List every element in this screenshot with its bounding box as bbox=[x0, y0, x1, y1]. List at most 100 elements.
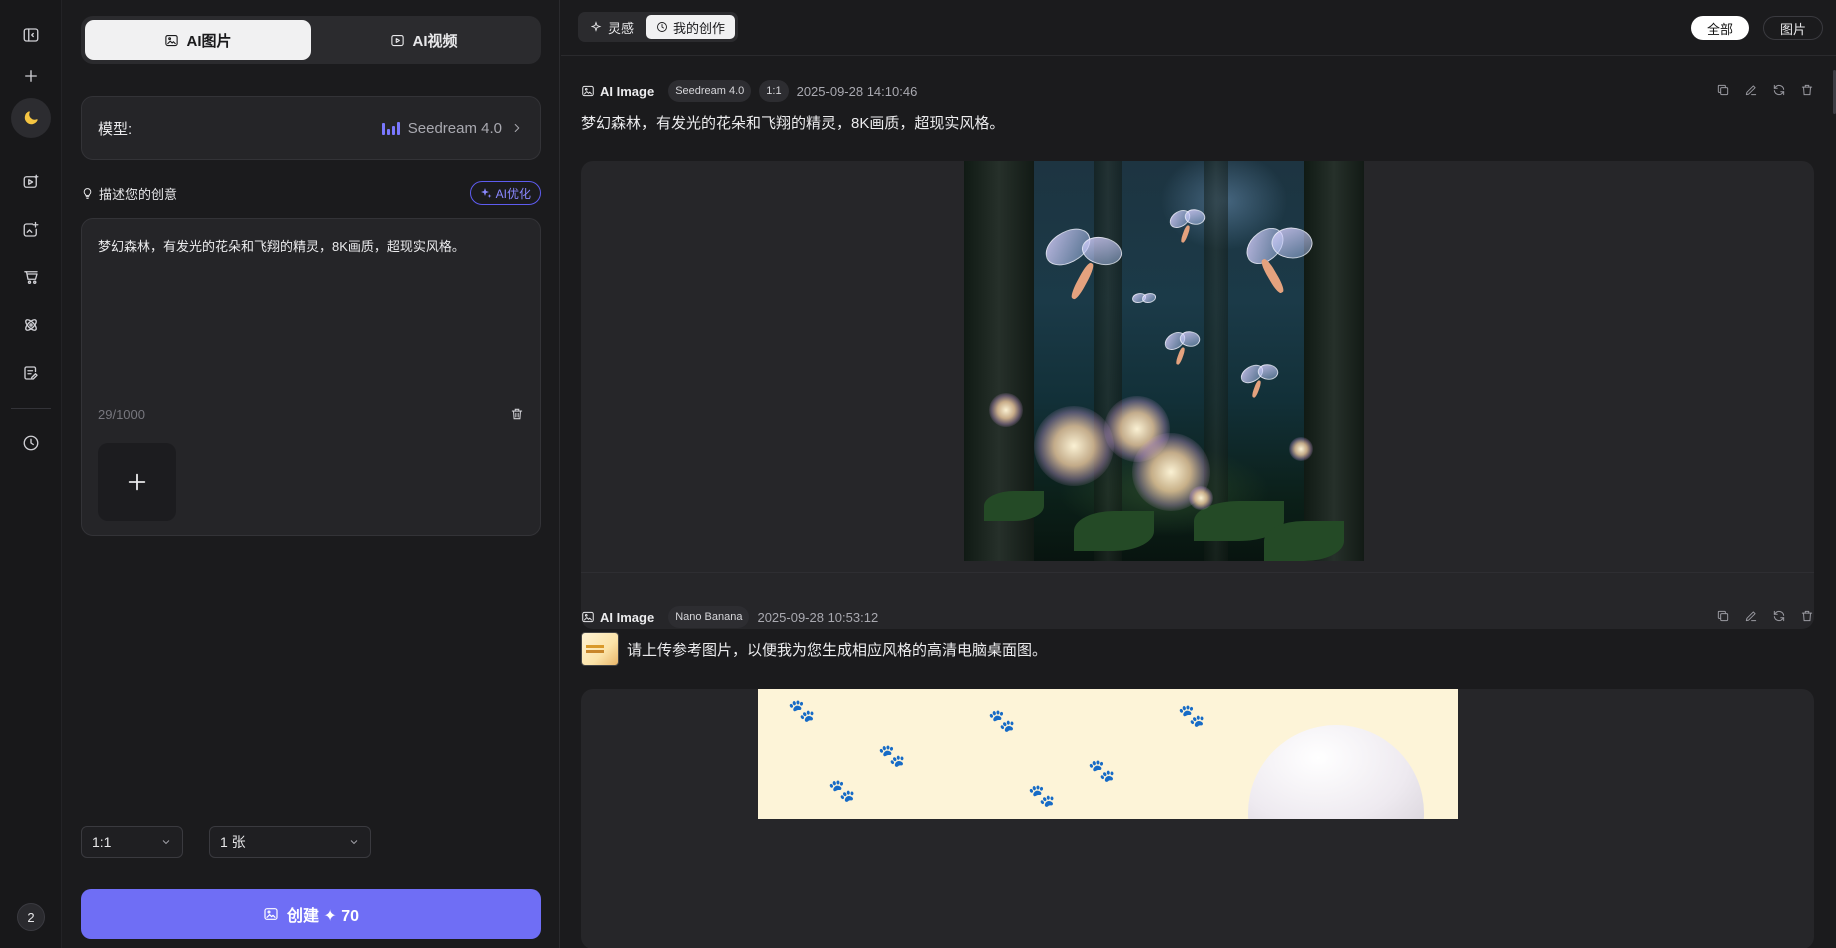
image-icon bbox=[165, 34, 179, 46]
prompt-text[interactable]: 梦幻森林，有发光的花朵和飞翔的精灵，8K画质，超现实风格。 bbox=[98, 237, 524, 257]
tab-inspiration[interactable]: 灵感 bbox=[581, 15, 644, 39]
entry-divider bbox=[581, 572, 1814, 573]
glowing-flower bbox=[989, 393, 1023, 427]
result-image-frame[interactable]: 🐾 🐾 🐾 🐾 🐾 🐾 🐾 🐾 bbox=[581, 689, 1814, 948]
delete-button[interactable] bbox=[1800, 83, 1814, 102]
ratio-chip: 1:1 bbox=[759, 80, 789, 102]
model-chip: Nano Banana bbox=[668, 606, 750, 628]
ratio-select[interactable]: 1:1 bbox=[81, 826, 183, 858]
count-select[interactable]: 1 张 bbox=[209, 826, 371, 858]
plus-icon bbox=[128, 473, 146, 491]
model-value: Seedream 4.0 bbox=[407, 119, 502, 137]
edit-button[interactable] bbox=[1744, 83, 1758, 102]
moon-icon[interactable] bbox=[11, 98, 51, 138]
ai-optimize-button[interactable]: AI优化 bbox=[469, 181, 541, 205]
create-panel: AI图片 AI视频 模型: Seedream 4.0 描述您的创意 AI优化 梦… bbox=[62, 0, 560, 948]
sidebar-toggle-icon[interactable] bbox=[11, 15, 51, 55]
glowing-flower bbox=[1189, 486, 1213, 510]
note-edit-icon[interactable] bbox=[11, 353, 51, 393]
count-value: 1 张 bbox=[220, 834, 246, 850]
glowing-flower bbox=[1034, 406, 1114, 486]
entry-kind-label: AI Image bbox=[600, 609, 655, 625]
delete-button[interactable] bbox=[1800, 609, 1814, 628]
pencil-icon bbox=[1745, 85, 1757, 96]
image-edit-icon[interactable] bbox=[11, 210, 51, 250]
result-image-frame[interactable] bbox=[581, 161, 1814, 629]
describe-label: 描述您的创意 bbox=[99, 186, 178, 202]
describe-header: 描述您的创意 AI优化 bbox=[81, 181, 541, 205]
edit-button[interactable] bbox=[1744, 609, 1758, 628]
ai-optimize-label: AI优化 bbox=[495, 186, 531, 201]
app-window: 2 AI图片 AI视频 模型: Seedream 4.0 描述您的创意 AI优化… bbox=[0, 0, 1836, 948]
upload-image-button[interactable] bbox=[98, 443, 176, 521]
regenerate-button[interactable] bbox=[1772, 83, 1786, 102]
copy-icon bbox=[1717, 610, 1729, 622]
results-topbar: 灵感 我的创作 全部 图片 bbox=[561, 0, 1836, 56]
new-icon[interactable] bbox=[11, 56, 51, 96]
clock-icon bbox=[657, 22, 667, 32]
notification-badge[interactable]: 2 bbox=[17, 903, 45, 931]
tab-label: 我的创作 bbox=[673, 20, 726, 36]
regenerate-button[interactable] bbox=[1772, 609, 1786, 628]
tab-ai-image[interactable]: AI图片 bbox=[85, 20, 311, 60]
clear-prompt-button[interactable] bbox=[510, 407, 524, 421]
refresh-icon bbox=[1773, 610, 1785, 622]
prompt-input[interactable]: 梦幻森林，有发光的花朵和飞翔的精灵，8K画质，超现实风格。 29/1000 bbox=[81, 218, 541, 536]
fairy-forest-image[interactable] bbox=[964, 161, 1364, 561]
refresh-icon bbox=[1773, 84, 1785, 96]
sparkle-icon bbox=[591, 21, 602, 32]
tab-my-creations[interactable]: 我的创作 bbox=[646, 15, 736, 39]
entry-prompt: 梦幻森林，有发光的花朵和飞翔的精灵，8K画质，超现实风格。 bbox=[581, 112, 1004, 133]
copy-button[interactable] bbox=[1716, 83, 1730, 102]
image-icon bbox=[264, 908, 278, 920]
entry-timestamp: 2025-09-28 10:53:12 bbox=[757, 609, 879, 625]
image-icon bbox=[582, 85, 594, 97]
sparkle-icon bbox=[480, 188, 492, 198]
results-tabs: 灵感 我的创作 bbox=[578, 12, 739, 42]
tab-label: AI图片 bbox=[186, 32, 232, 50]
tab-label: AI视频 bbox=[412, 32, 458, 50]
model-label: 模型: bbox=[98, 120, 133, 138]
create-button[interactable]: 创建 ✦ 70 bbox=[81, 889, 541, 939]
model-selector[interactable]: 模型: Seedream 4.0 bbox=[81, 96, 541, 160]
chef-wallpaper-image[interactable]: 🐾 🐾 🐾 🐾 🐾 🐾 🐾 🐾 bbox=[758, 689, 1458, 819]
copy-icon bbox=[1717, 84, 1729, 96]
pencil-icon bbox=[1745, 611, 1757, 622]
entry-actions bbox=[1716, 83, 1814, 102]
icon-rail: 2 bbox=[0, 0, 62, 948]
lightbulb-icon bbox=[83, 187, 92, 199]
foliage bbox=[1074, 511, 1154, 551]
foliage bbox=[1264, 521, 1344, 561]
char-counter: 29/1000 bbox=[98, 407, 145, 422]
tree-trunk bbox=[1304, 161, 1364, 561]
cart-icon[interactable] bbox=[11, 257, 51, 297]
model-chip: Seedream 4.0 bbox=[668, 80, 752, 102]
chevron-down-icon bbox=[162, 840, 170, 845]
entry-kind: AI Image bbox=[581, 610, 654, 625]
foliage bbox=[984, 491, 1044, 521]
glowing-flower bbox=[1289, 437, 1313, 461]
image-icon bbox=[582, 611, 594, 623]
entry-prompt-text: 梦幻森林，有发光的花朵和飞翔的精灵，8K画质，超现实风格。 bbox=[581, 115, 1005, 132]
history-icon[interactable] bbox=[11, 423, 51, 463]
copy-button[interactable] bbox=[1716, 609, 1730, 628]
trash-icon bbox=[1801, 84, 1813, 96]
mode-switch: AI图片 AI视频 bbox=[81, 16, 541, 64]
entry-prompt-text: 请上传参考图片，以便我为您生成相应风格的高清电脑桌面图。 bbox=[627, 641, 1048, 659]
tab-ai-video[interactable]: AI视频 bbox=[311, 20, 537, 60]
reference-thumbnail[interactable] bbox=[581, 632, 619, 666]
entry-header: AI Image Nano Banana 2025-09-28 10:53:12 bbox=[581, 605, 878, 629]
video-icon[interactable] bbox=[11, 162, 51, 202]
trash-icon bbox=[1801, 610, 1813, 622]
entry-header: AI Image Seedream 4.0 1:1 2025-09-28 14:… bbox=[581, 79, 917, 103]
filter-images[interactable]: 图片 bbox=[1763, 16, 1824, 40]
tab-label: 灵感 bbox=[608, 20, 635, 36]
describe-title: 描述您的创意 bbox=[81, 184, 177, 203]
atom-icon[interactable] bbox=[11, 305, 51, 345]
tree-trunk bbox=[1094, 161, 1122, 561]
chevron-down-icon bbox=[350, 840, 358, 845]
create-label: 创建 ✦ 70 bbox=[286, 908, 360, 925]
ratio-value: 1:1 bbox=[92, 834, 112, 850]
results-area: 灵感 我的创作 全部 图片 AI Image Seedream 4.0 1:1 … bbox=[561, 0, 1836, 948]
filter-all[interactable]: 全部 bbox=[1691, 16, 1750, 40]
